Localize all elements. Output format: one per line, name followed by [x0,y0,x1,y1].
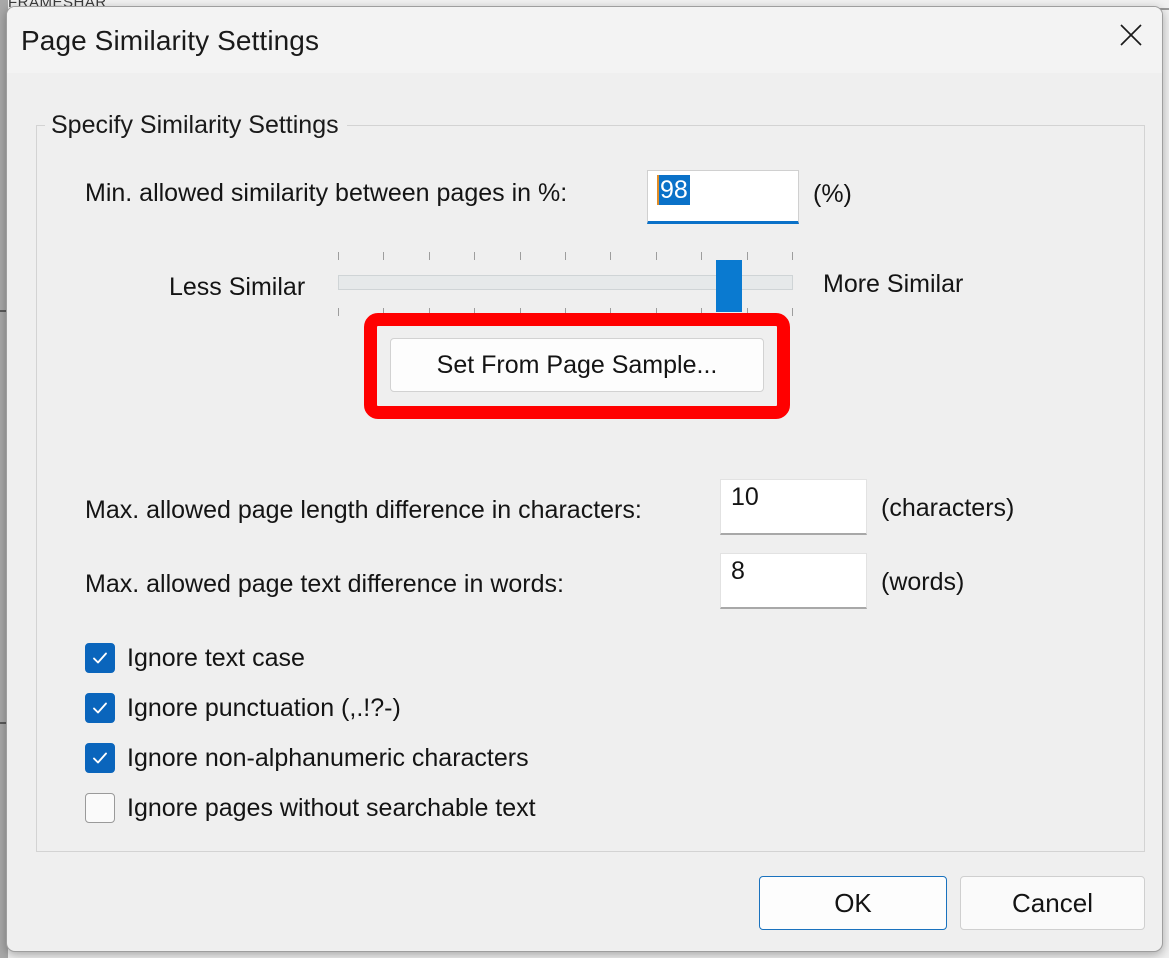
max-words-unit: (words) [881,568,965,596]
slider-tick-bottom [747,308,748,316]
ok-button[interactable]: OK [759,876,947,930]
slider-tick-top [701,252,702,260]
slider-tick-top [383,252,384,260]
checkbox-checked-icon[interactable] [85,643,115,673]
page-similarity-settings-dialog: Page Similarity Settings Specify Similar… [6,6,1163,952]
slider-tick-top [565,252,566,260]
slider-tick-top [610,252,611,260]
cancel-button[interactable]: Cancel [960,876,1145,930]
slider-tick-bottom [565,308,566,316]
checkbox-label: Ignore pages without searchable text [127,793,536,822]
min-similarity-unit: (%) [813,180,852,208]
dialog-title: Page Similarity Settings [21,25,320,56]
groupbox-legend: Specify Similarity Settings [45,111,347,140]
checkbox-label: Ignore text case [127,643,305,672]
min-similarity-value: 98 [657,175,690,205]
checkbox-checked-icon[interactable] [85,693,115,723]
slider-tick-bottom [429,308,430,316]
slider-tick-bottom [656,308,657,316]
max-chars-unit: (characters) [881,494,1015,522]
slider-tick-bottom [792,308,793,316]
checkbox-unchecked-icon[interactable] [85,793,115,823]
slider-tick-bottom [383,308,384,316]
max-chars-input[interactable]: 10 [720,479,867,535]
slider-tick-bottom [610,308,611,316]
min-similarity-label: Min. allowed similarity between pages in… [85,179,568,207]
slider-tick-bottom [474,308,475,316]
max-words-input[interactable]: 8 [720,553,867,609]
slider-thumb[interactable] [716,260,742,312]
min-similarity-input[interactable]: 98 [647,170,799,224]
checkbox-label: Ignore punctuation (,.!?-) [127,693,401,722]
set-from-page-sample-button[interactable]: Set From Page Sample... [390,338,764,392]
slider-tick-bottom [520,308,521,316]
slider-tick-top [747,252,748,260]
checkbox-row[interactable]: Ignore pages without searchable text [85,783,536,833]
similarity-slider[interactable] [338,252,793,322]
slider-tick-top [656,252,657,260]
slider-tick-top [429,252,430,260]
checkbox-label: Ignore non-alphanumeric characters [127,743,529,772]
slider-less-similar-label: Less Similar [169,273,306,301]
checkbox-checked-icon[interactable] [85,743,115,773]
slider-more-similar-label: More Similar [823,270,964,298]
slider-tick-bottom [338,308,339,316]
ignore-options-list: Ignore text case Ignore punctuation (,.!?… [85,633,536,833]
slider-tick-top [792,252,793,260]
checkbox-row[interactable]: Ignore non-alphanumeric characters [85,733,536,783]
slider-tick-top [338,252,339,260]
max-words-label: Max. allowed page text difference in wor… [85,570,564,598]
max-chars-label: Max. allowed page length difference in c… [85,496,642,524]
slider-tick-top [520,252,521,260]
slider-tick-bottom [701,308,702,316]
checkbox-row[interactable]: Ignore text case [85,633,536,683]
checkbox-row[interactable]: Ignore punctuation (,.!?-) [85,683,536,733]
close-icon[interactable] [1100,7,1162,63]
slider-tick-top [474,252,475,260]
